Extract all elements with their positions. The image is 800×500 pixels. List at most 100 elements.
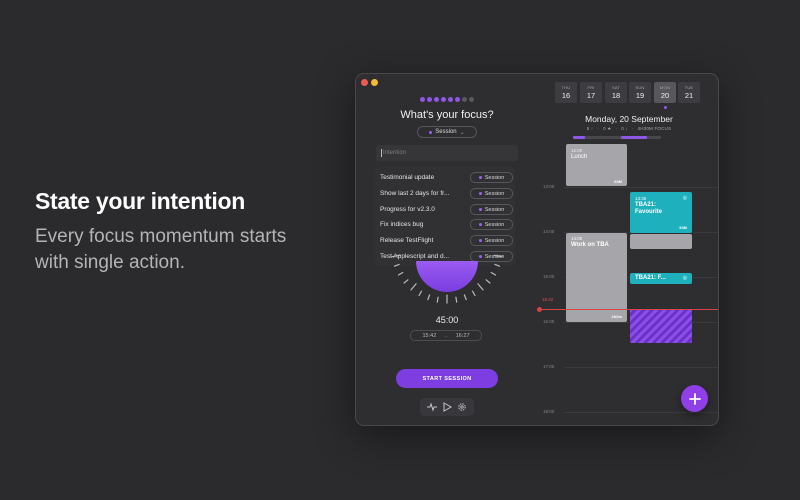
session-dot-icon (478, 239, 482, 242)
down-stat: 0 ↓ (621, 126, 628, 131)
focus-total-stat: 4H30M FOCUS (637, 126, 672, 131)
dial-tick (485, 279, 491, 284)
list-item[interactable]: Show last 2 days for fr... Session (380, 187, 513, 200)
event-title: TBA21: F... (635, 275, 666, 281)
day-name: TUE (684, 85, 694, 90)
event-tba21-favourite[interactable]: 13:35 TBA21: Favourite ◎ 54M (630, 192, 692, 233)
chevron-down-icon: ⌄ (459, 129, 465, 136)
day-tab-mon[interactable]: MON 20 (654, 82, 676, 103)
dial-tick (393, 263, 400, 267)
day-name: FRI (587, 85, 595, 90)
hour-label: 16:00 (543, 319, 555, 324)
time-range[interactable]: 15:42 → 16:27 (410, 330, 482, 341)
day-stats: 5 ↑ · 0 ★ · 0 ↓ · 4H30M FOCUS (538, 126, 718, 132)
day-number: 20 (660, 91, 670, 100)
hour-label: 18:00 (543, 409, 555, 414)
list-item[interactable]: Testimonial update Session (380, 171, 513, 184)
end-time: 16:27 (455, 332, 470, 339)
timeline-segment (573, 136, 585, 139)
session-dot-icon (478, 176, 482, 179)
session-dot-icon (478, 192, 482, 195)
task-label: Progress for v2.3.0 (380, 206, 435, 213)
event-tba21-f[interactable]: TBA21: F... ◎ (630, 273, 692, 284)
progress-dot (434, 97, 439, 102)
event-title: Work on TBA (571, 242, 609, 248)
progress-dot (469, 97, 474, 102)
event-duration: 2h0m (611, 314, 622, 319)
timer-dial[interactable] (383, 243, 511, 311)
hero-title: State your intention (35, 188, 245, 214)
day-name: SUN (635, 85, 645, 90)
task-session-tag[interactable]: Session (470, 172, 513, 183)
day-tab-sat[interactable]: SAT 18 (605, 82, 627, 103)
dial-tick (493, 254, 503, 258)
task-label: Fix indices bug (380, 221, 424, 228)
hour-label: 15:00 (543, 274, 555, 279)
start-session-button[interactable]: START SESSION (396, 369, 498, 388)
progress-dot (427, 97, 432, 102)
text-caret (381, 149, 382, 157)
sync-icon: ◎ (682, 195, 687, 201)
bottom-toolbar (420, 398, 474, 416)
event-block[interactable] (630, 234, 692, 249)
hour-line (564, 412, 718, 413)
date-title: Monday, 20 September (585, 114, 673, 124)
progress-dot (420, 97, 425, 102)
minimize-window-button[interactable] (371, 79, 378, 86)
intention-placeholder: Intention (383, 150, 407, 156)
current-time-label: 15:42 (542, 297, 554, 302)
dial-tick (403, 279, 409, 284)
gear-icon[interactable] (456, 401, 468, 413)
hour-label: 13:00 (543, 184, 555, 189)
event-title: Lunch (571, 154, 588, 160)
list-item[interactable]: Fix indices bug Session (380, 218, 513, 231)
day-name: SAT (611, 85, 621, 90)
intention-input[interactable]: Intention (376, 145, 518, 161)
event-title: TBA21: Favourite (635, 202, 663, 215)
dial-tick (410, 283, 417, 291)
pulse-icon[interactable] (426, 401, 438, 413)
dial-tick (427, 294, 431, 301)
progress-dot (462, 97, 467, 102)
day-tab-sun[interactable]: SUN 19 (629, 82, 651, 103)
session-type-selector[interactable]: Session ⌄ (417, 126, 477, 138)
add-event-button[interactable] (681, 385, 708, 412)
task-label: Show last 2 days for fr... (380, 190, 450, 197)
play-icon[interactable] (441, 401, 453, 413)
start-time: 15:42 (422, 332, 437, 339)
focus-question-title: What's your focus? (400, 109, 494, 121)
session-dot-icon (478, 208, 482, 211)
day-number: 17 (586, 91, 596, 100)
progress-dot (455, 97, 460, 102)
dial-tick (490, 271, 497, 276)
stat-separator: · (615, 126, 618, 131)
app-window: What's your focus? Session ⌄ Intention T… (355, 73, 719, 426)
current-session-placeholder[interactable] (630, 309, 692, 343)
calendar-pane: THU 16 FRI 17 SAT 18 SUN 19 MON 20 TUE 2… (537, 74, 718, 425)
list-item[interactable]: Progress for v2.3.0 Session (380, 203, 513, 216)
task-session-tag[interactable]: Session (470, 188, 513, 199)
day-number: 19 (635, 91, 645, 100)
dial-tick (471, 290, 476, 297)
session-selector-label: Session (435, 129, 457, 135)
task-session-tag[interactable]: Session (470, 219, 513, 230)
task-session-tag[interactable]: Session (470, 204, 513, 215)
day-name: THU (561, 85, 571, 90)
event-lunch[interactable]: 12:00 Lunch 60M (566, 144, 627, 186)
dial-tick (477, 283, 484, 291)
event-time: 13:35 (635, 196, 647, 201)
selected-day-indicator (664, 106, 667, 109)
timer-duration[interactable]: 45:00 (356, 315, 538, 325)
day-tab-fri[interactable]: FRI 17 (580, 82, 602, 103)
day-number: 16 (561, 91, 571, 100)
day-timeline-bar (573, 136, 661, 139)
event-time: 14:00 (571, 236, 583, 241)
day-tab-thu[interactable]: THU 16 (555, 82, 577, 103)
day-name: MON (660, 85, 670, 90)
progress-dot (448, 97, 453, 102)
close-window-button[interactable] (361, 79, 368, 86)
day-tab-tue[interactable]: TUE 21 (678, 82, 700, 103)
dial-tick (391, 254, 401, 258)
sessions-stat: 5 ↑ (586, 126, 594, 131)
day-number: 18 (611, 91, 621, 100)
